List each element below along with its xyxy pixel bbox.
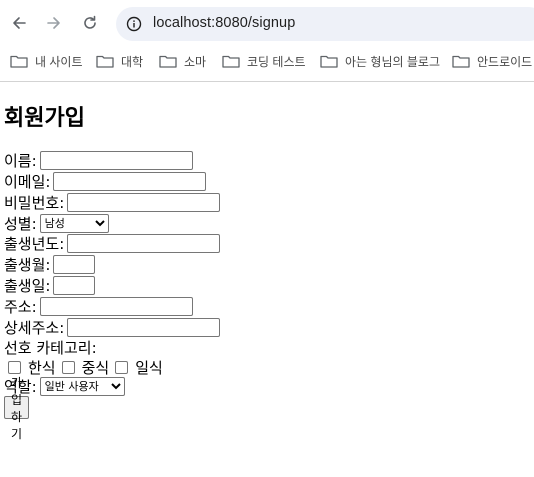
arrow-left-icon — [13, 17, 26, 29]
bookmark-label: 대학 — [121, 54, 144, 69]
browser-toolbar: localhost:8080/signup — [0, 0, 534, 46]
password-label: 비밀번호: — [4, 194, 65, 212]
address-input[interactable] — [39, 297, 193, 316]
category-ilsik-label: 일식 — [135, 359, 163, 377]
folder-icon — [96, 55, 114, 68]
bookmark-folder[interactable]: 내 사이트 — [10, 52, 83, 70]
page-title: 회원가입 — [4, 106, 85, 131]
site-info-icon[interactable] — [126, 16, 142, 32]
category-hansik-checkbox[interactable] — [8, 361, 21, 374]
bookmark-label: 아는 형님의 블로그 — [345, 54, 440, 69]
category-jungsik-checkbox[interactable] — [61, 361, 75, 374]
bookmark-label: 코딩 테스트 — [247, 54, 306, 69]
bookmark-label: 안드로이드 — [477, 54, 533, 69]
birth-month-label: 출생월: — [4, 256, 51, 274]
address-detail-row: 상세주소: — [4, 317, 221, 338]
category-hansik-label: 한식 — [28, 359, 56, 377]
birth-year-input[interactable] — [67, 234, 221, 253]
birth-year-row: 출생년도: — [4, 233, 221, 254]
name-input[interactable] — [39, 151, 193, 170]
birth-month-input[interactable] — [53, 255, 96, 274]
bookmark-label: 내 사이트 — [35, 54, 83, 69]
bookmarks-bar: 내 사이트 대학 소마 코딩 테스트 아는 형님의 블로그 안드로이드 — [0, 46, 534, 76]
password-input[interactable] — [67, 193, 221, 212]
folder-icon — [159, 55, 177, 68]
birth-month-row: 출생월: — [4, 254, 96, 275]
address-bar[interactable]: localhost:8080/signup — [116, 7, 534, 41]
category-jungsik-label: 중식 — [81, 359, 110, 377]
arrow-right-icon — [47, 17, 60, 29]
email-label: 이메일: — [4, 173, 51, 191]
bookmark-folder[interactable]: 안드로이드 — [452, 52, 532, 70]
category-options: 한식 중식 일식 — [4, 357, 165, 378]
bookmark-folder[interactable]: 코딩 테스트 — [222, 52, 306, 70]
email-input[interactable] — [53, 172, 207, 191]
reload-button[interactable] — [79, 12, 101, 34]
bookmark-folder[interactable]: 소마 — [159, 52, 206, 70]
folder-icon — [320, 55, 338, 68]
reload-icon — [84, 15, 96, 29]
signup-submit-button[interactable]: 가입하기 — [4, 376, 30, 441]
password-row: 비밀번호: — [4, 192, 221, 213]
birth-day-input[interactable] — [53, 276, 96, 295]
category-label: 선호 카테고리: — [4, 339, 97, 357]
birth-day-label: 출생일: — [4, 277, 51, 295]
bookmark-label: 소마 — [184, 54, 207, 69]
address-detail-label: 상세주소: — [4, 319, 65, 337]
back-button[interactable] — [8, 12, 30, 34]
toolbar-divider — [0, 81, 534, 82]
name-row: 이름: — [4, 150, 193, 171]
address-row: 주소: — [4, 296, 193, 317]
folder-icon — [452, 55, 470, 68]
role-row: 역할: 일반 사용자 — [4, 376, 125, 397]
gender-row: 성별: 남성 — [4, 213, 109, 234]
category-row: 선호 카테고리: — [4, 337, 97, 358]
forward-button[interactable] — [43, 12, 65, 34]
folder-icon — [222, 55, 240, 68]
birth-day-row: 출생일: — [4, 275, 96, 296]
bookmark-folder[interactable]: 대학 — [96, 52, 143, 70]
birth-year-label: 출생년도: — [4, 235, 65, 253]
folder-icon — [10, 55, 28, 68]
bookmark-folder[interactable]: 아는 형님의 블로그 — [320, 52, 440, 70]
gender-select[interactable]: 남성 — [39, 214, 109, 233]
name-label: 이름: — [4, 152, 37, 170]
role-select[interactable]: 일반 사용자 — [39, 377, 125, 396]
url-text: localhost:8080/signup — [153, 15, 296, 31]
address-detail-input[interactable] — [67, 318, 221, 337]
category-ilsik-checkbox[interactable] — [115, 361, 129, 374]
gender-label: 성별: — [4, 215, 37, 233]
address-label: 주소: — [4, 298, 37, 316]
email-row: 이메일: — [4, 171, 207, 192]
